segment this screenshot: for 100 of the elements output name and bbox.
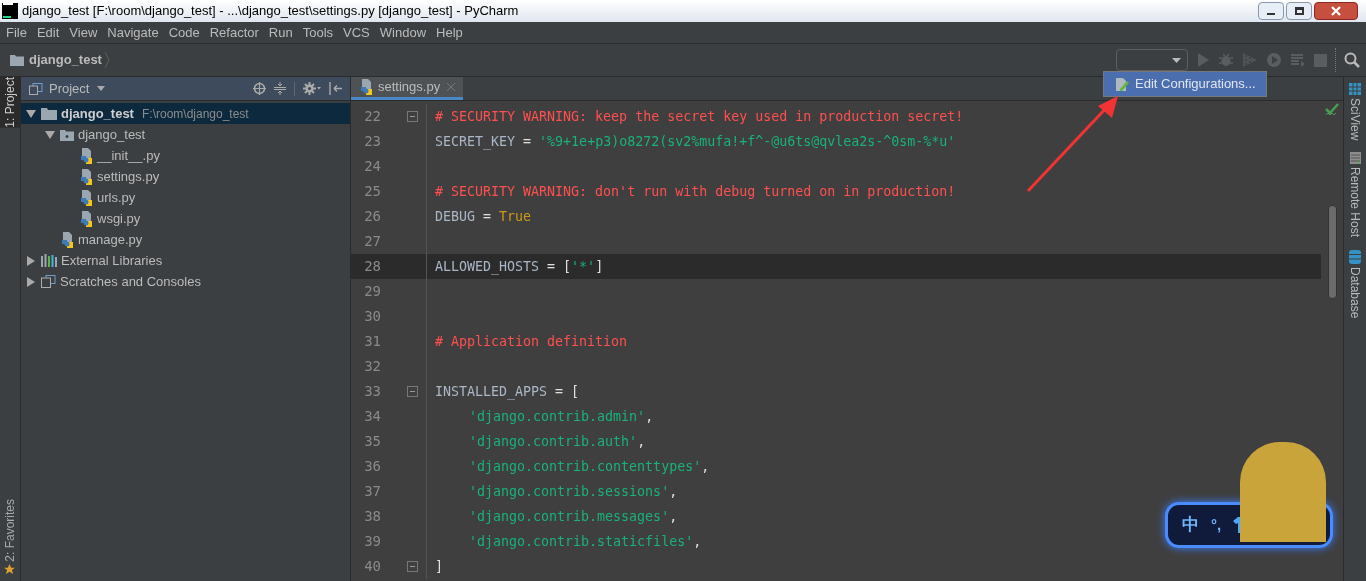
line-number: 40 bbox=[363, 557, 382, 576]
console-icon bbox=[41, 275, 56, 288]
folder-icon bbox=[41, 107, 57, 120]
fold-marker-icon[interactable] bbox=[407, 386, 418, 397]
tree-item[interactable]: django_test bbox=[21, 124, 350, 145]
caret-icon bbox=[1172, 57, 1181, 63]
python-file-icon bbox=[79, 147, 93, 164]
library-icon bbox=[41, 254, 57, 267]
tree-item[interactable]: manage.py bbox=[21, 229, 350, 250]
tree-item-label: External Libraries bbox=[61, 251, 163, 270]
code-text: # SECURITY WARNING: keep the secret key used in production secret! bbox=[435, 107, 964, 126]
menu-item[interactable]: VCS bbox=[338, 22, 375, 43]
code-text: SECRET_KEY = '%9+1e+p3)o8272(sv2%mufa!+f^-@u6ts@qvlea2s-^0sm-%*u' bbox=[435, 132, 956, 152]
line-number: 27 bbox=[363, 232, 382, 251]
tool-window-tab[interactable]: Database bbox=[1346, 266, 1364, 318]
line-number: 39 bbox=[363, 532, 382, 551]
check-icon bbox=[1325, 103, 1339, 117]
code-text: ALLOWED_HOSTS = ['*'] bbox=[435, 257, 604, 277]
line-number: 26 bbox=[363, 207, 382, 226]
line-number: 28 bbox=[363, 257, 382, 276]
app-logo-icon bbox=[2, 3, 18, 19]
code-text: 'django.contrib.admin', bbox=[468, 407, 654, 426]
tree-item-label: settings.py bbox=[97, 167, 160, 186]
menu-item[interactable]: Code bbox=[163, 22, 205, 43]
fold-marker-icon[interactable] bbox=[407, 561, 418, 572]
tree-item[interactable]: urls.py bbox=[21, 187, 350, 208]
expanded-arrow-icon[interactable] bbox=[25, 109, 37, 118]
line-number: 32 bbox=[363, 357, 382, 376]
line-number: 22 bbox=[363, 107, 382, 126]
database-icon bbox=[1349, 249, 1361, 264]
tool-window-tab[interactable]: 2: Favorites bbox=[0, 499, 20, 562]
menu-item[interactable]: Refactor bbox=[204, 22, 264, 43]
line-number: 25 bbox=[363, 182, 382, 201]
code-text: 'django.contrib.messages', bbox=[468, 507, 678, 526]
code-text: 'django.contrib.sessions', bbox=[468, 482, 678, 501]
editor-tab[interactable]: settings.py bbox=[351, 77, 464, 100]
tree-item[interactable]: __init__.py bbox=[21, 145, 350, 166]
python-file-icon bbox=[79, 210, 93, 227]
tree-item[interactable]: django_test F:\room\django_test bbox=[21, 103, 350, 124]
minimize-button[interactable] bbox=[1258, 2, 1284, 20]
python-file-icon bbox=[359, 79, 373, 95]
package-folder-icon bbox=[60, 128, 74, 141]
tree-item-label: wsgi.py bbox=[97, 209, 141, 228]
tree-item-label: urls.py bbox=[97, 188, 136, 207]
code-text: # Application definition bbox=[435, 332, 628, 351]
tree-item-label: Scratches and Consoles bbox=[60, 272, 201, 291]
code-text: DEBUG = True bbox=[435, 207, 532, 226]
line-number: 36 bbox=[363, 457, 382, 476]
tool-window-tab[interactable]: Remote Host bbox=[1346, 167, 1364, 238]
chevron-icon bbox=[104, 52, 110, 68]
expanded-arrow-icon[interactable] bbox=[44, 130, 56, 139]
caret-icon[interactable] bbox=[97, 86, 106, 91]
search-icon[interactable] bbox=[1344, 52, 1360, 68]
collapse-icon[interactable] bbox=[274, 82, 286, 95]
menu-item[interactable]: View bbox=[64, 22, 103, 43]
tool-window-tab[interactable]: 1: Project bbox=[0, 77, 20, 128]
edit-document-icon bbox=[1114, 75, 1130, 92]
menu-item[interactable]: Run bbox=[263, 22, 298, 43]
tree-item[interactable]: wsgi.py bbox=[21, 208, 350, 229]
menu-item[interactable]: Navigate bbox=[102, 22, 164, 43]
fold-marker-icon[interactable] bbox=[407, 111, 418, 122]
menu-item[interactable]: Help bbox=[431, 22, 468, 43]
tree-item[interactable]: External Libraries bbox=[21, 250, 350, 271]
line-number: 30 bbox=[363, 307, 382, 326]
line-number: 34 bbox=[363, 407, 382, 426]
tree-item-label: __init__.py bbox=[97, 146, 160, 165]
menu-item[interactable]: Edit bbox=[31, 22, 65, 43]
breadcrumb-item[interactable]: django_test bbox=[29, 50, 102, 70]
menu-item[interactable]: Tools bbox=[297, 22, 339, 43]
tree-item[interactable]: Scratches and Consoles bbox=[21, 271, 350, 292]
collapsed-arrow-icon[interactable] bbox=[25, 276, 37, 287]
window-title: django_test [F:\room\django_test] - ...\django_test\settings.py [django_test] - PyCharm bbox=[22, 2, 519, 21]
line-number: 33 bbox=[363, 382, 382, 401]
folder-icon bbox=[10, 54, 24, 66]
tree-item[interactable]: settings.py bbox=[21, 166, 350, 187]
tree-item-label: django_test bbox=[78, 125, 146, 144]
menu-item[interactable]: Edit Configurations... bbox=[1135, 74, 1256, 94]
input-mode-label: 中 bbox=[1182, 514, 1199, 537]
menu-item[interactable]: File bbox=[1, 22, 32, 43]
hide-panel-icon[interactable] bbox=[329, 82, 342, 95]
collapsed-arrow-icon[interactable] bbox=[25, 255, 37, 266]
panel-title[interactable]: Project bbox=[49, 78, 90, 99]
line-number: 31 bbox=[363, 332, 382, 351]
line-number: 37 bbox=[363, 482, 382, 501]
close-button[interactable] bbox=[1314, 2, 1358, 20]
project-view-icon bbox=[29, 82, 43, 95]
scrollbar-thumb[interactable] bbox=[1327, 205, 1337, 299]
crosshair-icon[interactable] bbox=[253, 82, 266, 95]
python-file-icon bbox=[60, 231, 74, 248]
menu-item[interactable]: Window bbox=[374, 22, 432, 43]
server-icon bbox=[1349, 152, 1361, 165]
settings-icon[interactable] bbox=[303, 82, 321, 95]
close-icon bbox=[1331, 6, 1341, 16]
maximize-button[interactable] bbox=[1286, 2, 1312, 20]
code-text: ] bbox=[435, 557, 443, 576]
tree-item-label: django_test bbox=[61, 104, 134, 123]
code-text: # SECURITY WARNING: don't run with debug turned on in production! bbox=[435, 182, 956, 201]
tool-window-tab[interactable]: SciView bbox=[1346, 98, 1364, 141]
code-text: INSTALLED_APPS = [ bbox=[435, 382, 580, 402]
path-label: F:\room\django_test bbox=[141, 105, 249, 123]
